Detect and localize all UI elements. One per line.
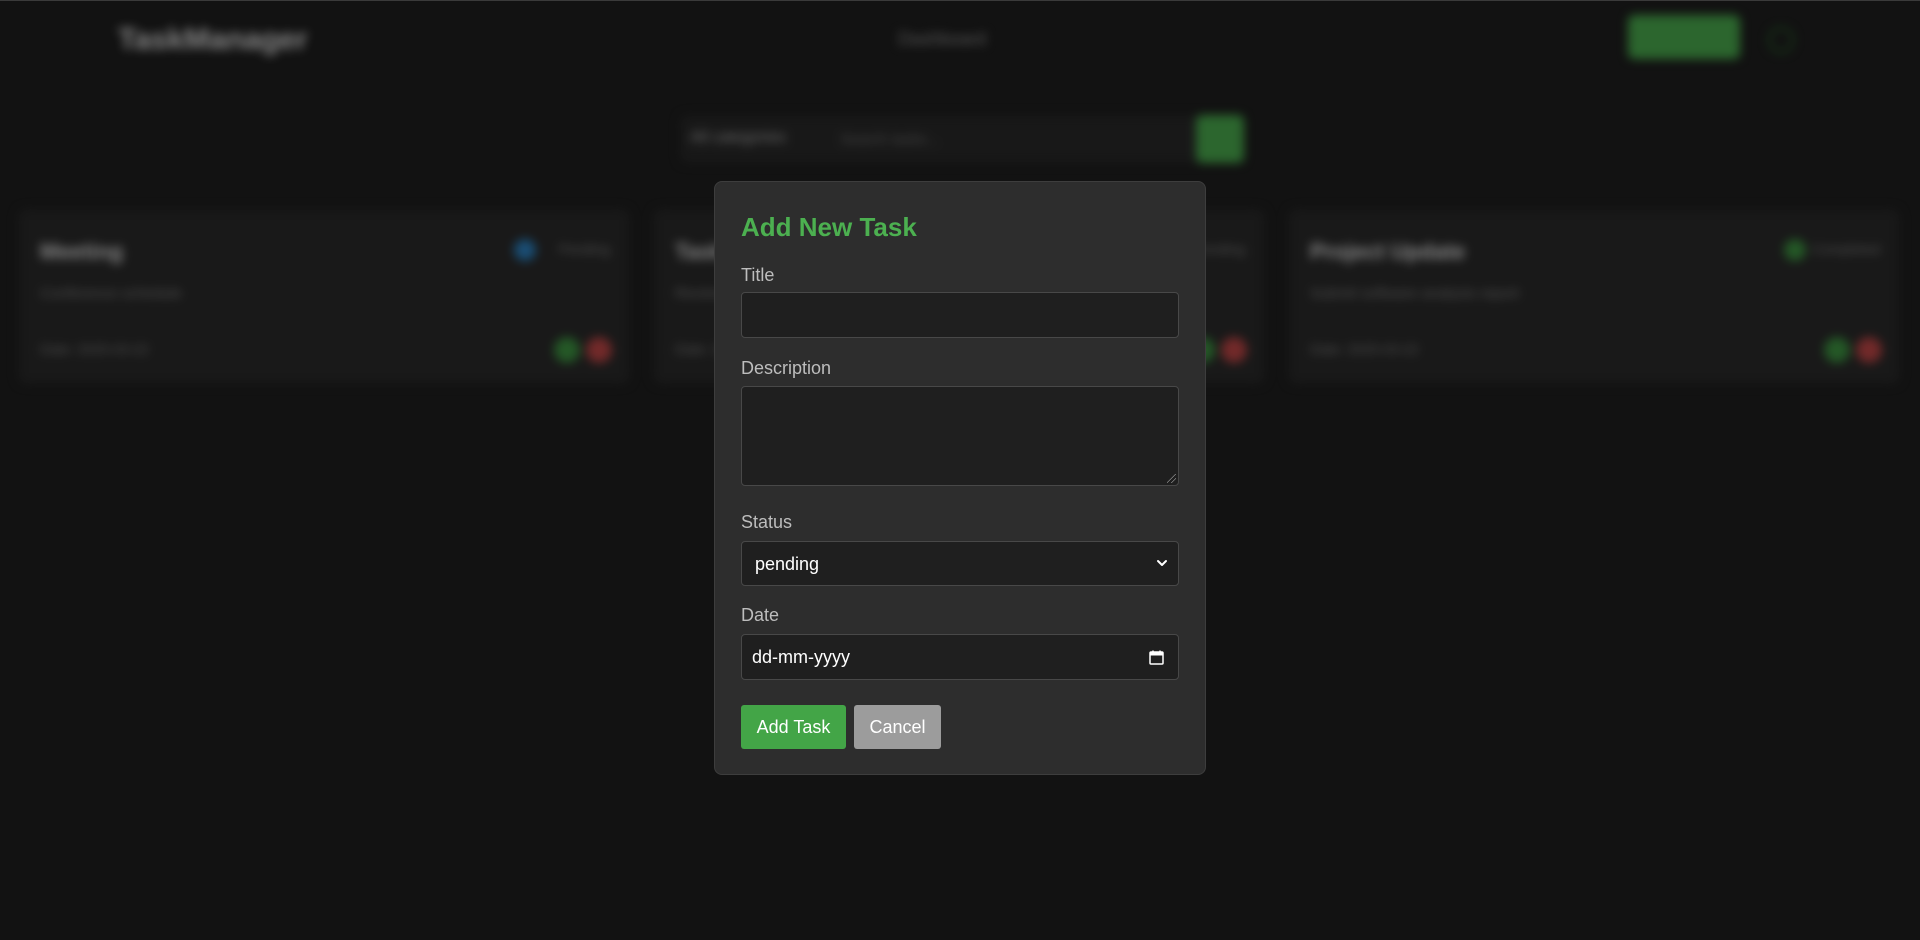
description-label: Description [741, 358, 832, 378]
date-input[interactable]: dd-mm-yyyy [741, 634, 1179, 680]
title-input[interactable] [741, 292, 1179, 338]
status-label: Status [741, 512, 793, 532]
cancel-button[interactable]: Cancel [854, 705, 941, 749]
chevron-down-icon [1157, 560, 1167, 566]
description-textarea[interactable] [741, 386, 1179, 486]
dialog-title: Add New Task [741, 212, 917, 242]
calendar-icon[interactable] [1149, 650, 1164, 665]
add-task-dialog: Add New Task Title Description Status pe… [714, 181, 1206, 775]
resize-handle-icon[interactable] [1167, 474, 1176, 483]
date-label: Date [741, 605, 780, 625]
date-input-placeholder: dd-mm-yyyy [752, 647, 850, 667]
title-label: Title [741, 265, 775, 285]
status-select-value: pending [755, 554, 820, 574]
status-select[interactable]: pending [741, 541, 1179, 586]
add-task-button[interactable]: Add Task [741, 705, 846, 749]
